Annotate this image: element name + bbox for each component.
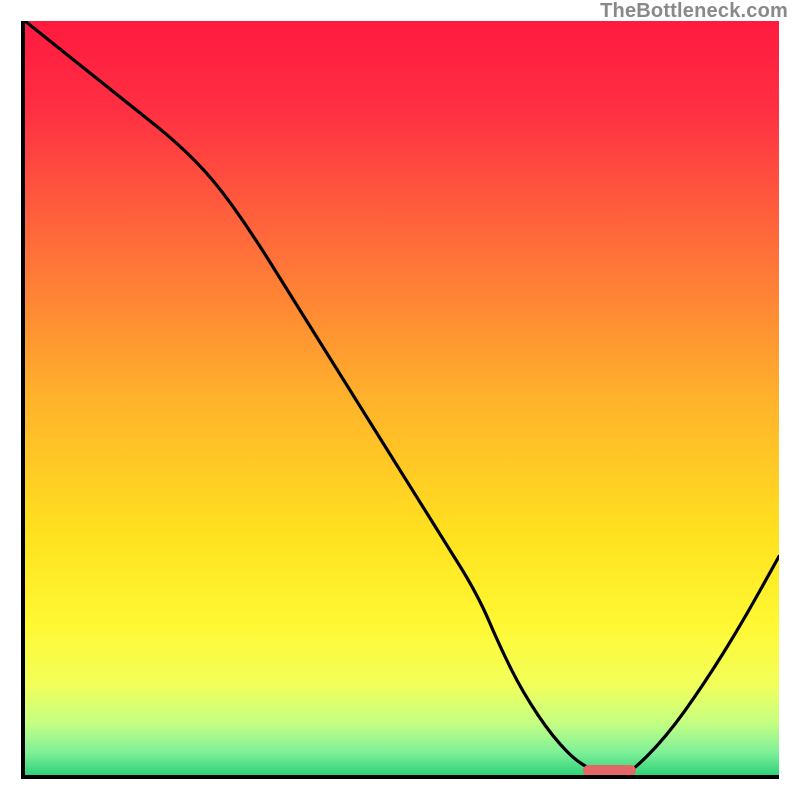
- curve-layer: [25, 21, 779, 775]
- optimal-range-marker: [583, 765, 636, 776]
- bottleneck-chart: TheBottleneck.com: [0, 0, 800, 800]
- watermark-text: TheBottleneck.com: [600, 0, 788, 23]
- bottleneck-curve: [25, 21, 779, 775]
- plot-area: [21, 21, 779, 779]
